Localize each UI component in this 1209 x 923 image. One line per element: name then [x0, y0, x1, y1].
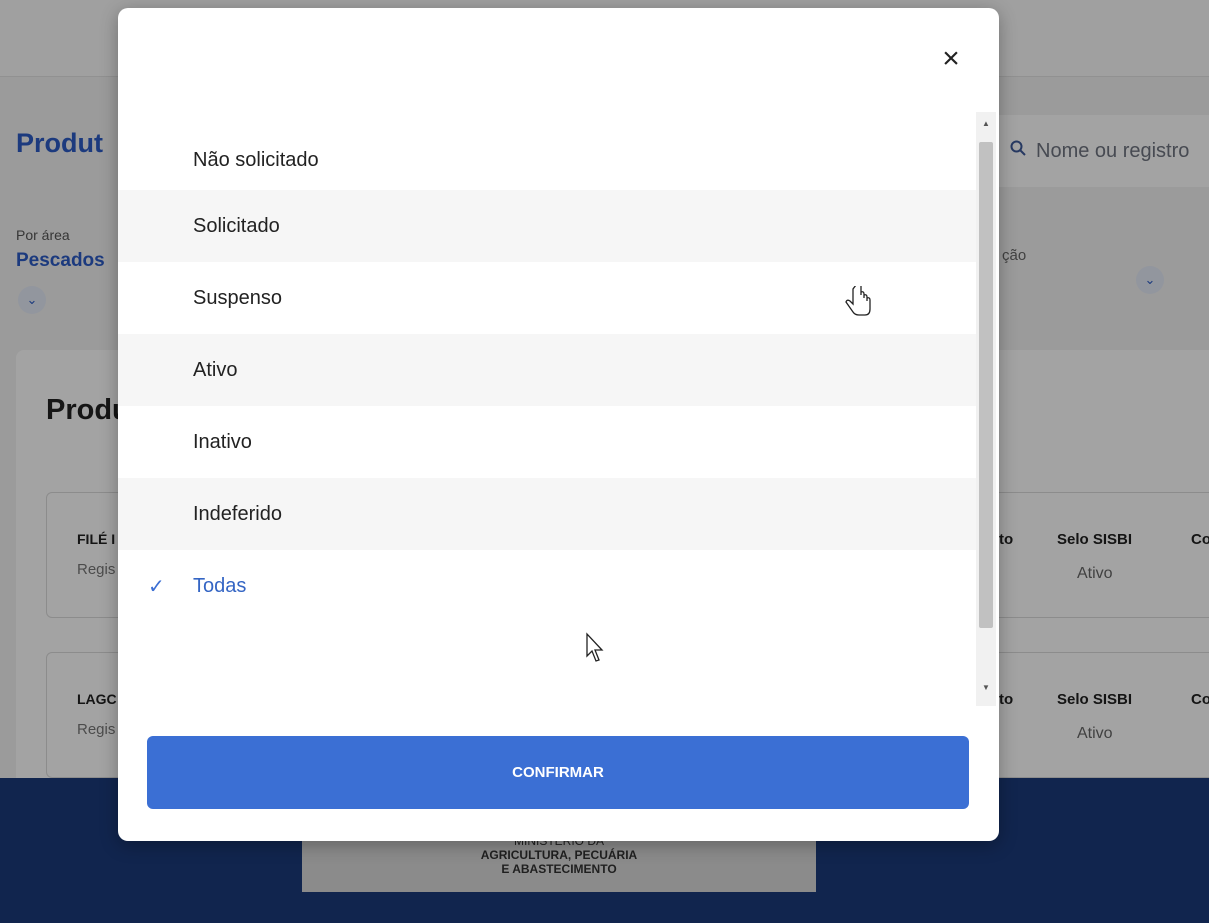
option-label: Inativo: [193, 430, 252, 453]
option-label: Ativo: [193, 358, 238, 381]
option-inativo[interactable]: Inativo: [118, 406, 976, 478]
option-solicitado[interactable]: Solicitado: [118, 190, 976, 262]
scrollbar-thumb[interactable]: [979, 142, 993, 628]
status-filter-modal: × Não solicitado Solicitado Suspenso Ati…: [118, 8, 999, 841]
option-label: Indeferido: [193, 502, 282, 525]
confirm-button[interactable]: CONFIRMAR: [147, 736, 969, 809]
checkmark-icon: ✓: [148, 575, 165, 598]
scrollbar[interactable]: ▲ ▼: [976, 112, 996, 706]
option-indeferido[interactable]: Indeferido: [118, 478, 976, 550]
arrow-pointer-icon: [585, 632, 605, 669]
option-label: Todas: [193, 574, 247, 597]
option-label: Não solicitado: [193, 148, 319, 171]
option-ativo[interactable]: Ativo: [118, 334, 976, 406]
option-label: Solicitado: [193, 214, 280, 237]
hand-pointer-icon: [844, 281, 872, 327]
option-nao-solicitado[interactable]: Não solicitado: [118, 124, 976, 196]
option-label: Suspenso: [193, 286, 282, 309]
scroll-up-arrow-icon[interactable]: ▲: [976, 116, 996, 132]
options-list[interactable]: Não solicitado Solicitado Suspenso Ativo…: [118, 112, 996, 706]
scroll-down-arrow-icon[interactable]: ▼: [976, 680, 996, 696]
close-icon[interactable]: ×: [936, 44, 966, 74]
option-todas[interactable]: ✓ Todas: [118, 550, 976, 622]
